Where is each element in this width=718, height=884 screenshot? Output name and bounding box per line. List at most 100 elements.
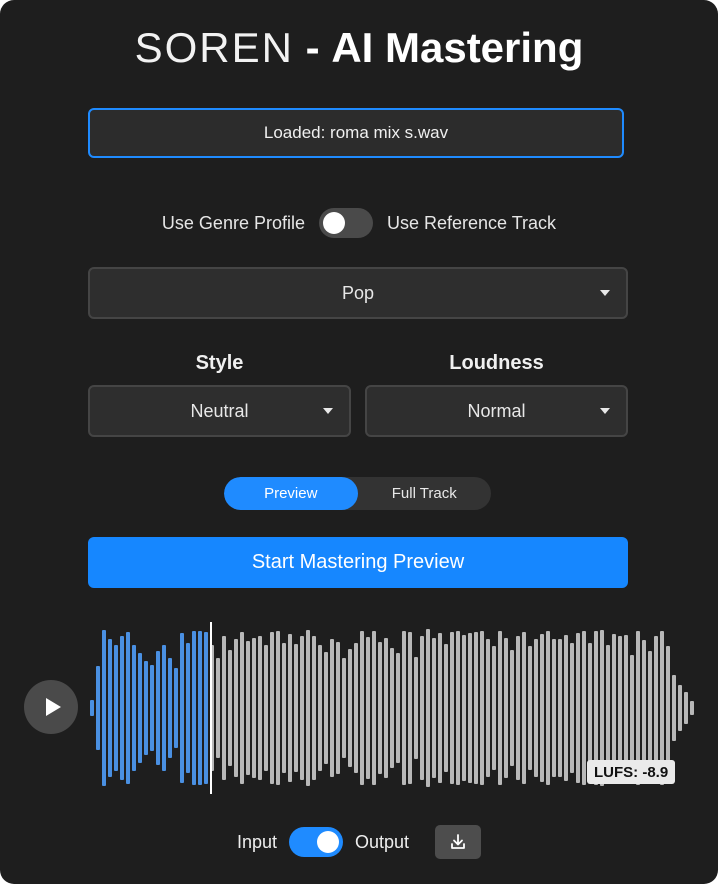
waveform-bar [168, 657, 172, 759]
caret-down-icon [323, 408, 333, 414]
waveform-bar [438, 633, 442, 783]
waveform-bar [528, 646, 532, 770]
loudness-selected-value: Normal [467, 400, 526, 421]
waveform-bar [552, 639, 556, 777]
brand-name: SOREN [134, 24, 294, 71]
source-mode-switch[interactable] [318, 208, 373, 238]
waveform-bar [522, 632, 526, 784]
waveform-bar [540, 634, 544, 782]
waveform-bar [144, 661, 148, 755]
waveform-bar [654, 635, 658, 781]
waveform-bar [546, 631, 550, 785]
waveform-bar [678, 685, 682, 731]
waveform-bar [516, 635, 520, 781]
waveform-bar [570, 642, 574, 774]
waveform-bar [414, 656, 418, 760]
style-selected-value: Neutral [190, 400, 249, 421]
waveform-bar [312, 635, 316, 781]
waveform-bar [342, 657, 346, 759]
waveform-bar [672, 674, 676, 742]
waveform-bar [348, 649, 352, 767]
start-mastering-button[interactable]: Start Mastering Preview [88, 537, 628, 588]
source-mode-toggle-row: Use Genre Profile Use Reference Track [0, 205, 718, 241]
waveform-bar [354, 642, 358, 774]
waveform-bar [108, 639, 112, 777]
waveform-bar [504, 637, 508, 779]
play-button[interactable] [24, 680, 78, 734]
input-label: Input [236, 831, 277, 852]
waveform-bar [306, 629, 310, 787]
title-separator: - [305, 24, 320, 71]
input-output-switch[interactable] [289, 827, 343, 857]
output-label: Output [355, 831, 410, 852]
waveform-bar [180, 633, 184, 783]
waveform-bar [474, 632, 478, 784]
waveform-bar [444, 643, 448, 773]
waveform-bar [132, 644, 136, 772]
waveform-bar [258, 635, 262, 781]
waveform-bar [486, 639, 490, 777]
waveform-bar [96, 665, 100, 751]
waveform-bar [264, 644, 268, 772]
waveform-bar [252, 638, 256, 778]
lufs-readout: LUFS: -8.9 [587, 760, 676, 784]
genre-profile-label: Use Genre Profile [161, 212, 305, 233]
waveform-bar [102, 629, 106, 787]
waveform-bar [222, 635, 226, 781]
waveform-bar [234, 639, 238, 777]
genre-select[interactable]: Pop [88, 267, 628, 319]
waveform-bar [408, 632, 412, 784]
waveform-bar [204, 632, 208, 784]
product-name: AI Mastering [331, 24, 584, 71]
waveform-bar [558, 639, 562, 777]
waveform-bar [642, 640, 646, 776]
waveform-bar [426, 628, 430, 788]
loudness-label: Loudness [449, 352, 544, 374]
segment-preview[interactable]: Preview [224, 477, 358, 510]
style-select[interactable]: Neutral [88, 385, 351, 437]
waveform-bar [156, 650, 160, 766]
file-drop-zone[interactable]: Loaded: roma mix s.wav [88, 108, 624, 158]
download-icon [451, 834, 465, 849]
caret-down-icon [600, 408, 610, 414]
waveform-bar [564, 634, 568, 782]
app-window: SOREN - AI Mastering Loaded: roma mix s.… [0, 0, 718, 884]
waveform-bar [294, 643, 298, 773]
genre-selected-value: Pop [341, 282, 375, 303]
waveform-bar [126, 632, 130, 784]
waveform-bar [216, 657, 220, 759]
waveform-bar [282, 642, 286, 774]
loudness-select[interactable]: Normal [365, 385, 628, 437]
reference-track-label: Use Reference Track [386, 212, 557, 233]
waveform-bar [276, 630, 280, 786]
waveform-bar [372, 630, 376, 786]
waveform-bar [498, 631, 502, 785]
waveform-bar [684, 692, 688, 724]
waveform-bar [198, 631, 202, 785]
waveform-bar [582, 631, 586, 785]
waveform-bar [240, 632, 244, 784]
waveform-bar [420, 635, 424, 781]
playhead[interactable] [210, 622, 212, 794]
waveform-bar [456, 630, 460, 786]
waveform-bar [462, 634, 466, 782]
caret-down-icon [600, 290, 610, 296]
waveform-bar [174, 667, 178, 749]
input-output-toggle-row: Input Output [0, 824, 718, 860]
waveform-bar [402, 631, 406, 785]
style-label: Style [195, 352, 244, 374]
waveform-bar [534, 639, 538, 777]
waveform-bar [480, 630, 484, 786]
download-button[interactable] [435, 825, 482, 859]
waveform-bar [390, 648, 394, 768]
waveform-bar [432, 637, 436, 779]
file-status-text: Loaded: roma mix s.wav [263, 123, 449, 142]
segment-full-track[interactable]: Full Track [358, 477, 492, 510]
waveform-bar [114, 644, 118, 772]
switch-knob [317, 831, 339, 853]
waveform-bar [492, 645, 496, 771]
play-icon [45, 698, 61, 716]
waveform-bar [588, 642, 592, 774]
waveform-bar [384, 638, 388, 778]
waveform-bar [468, 633, 472, 783]
